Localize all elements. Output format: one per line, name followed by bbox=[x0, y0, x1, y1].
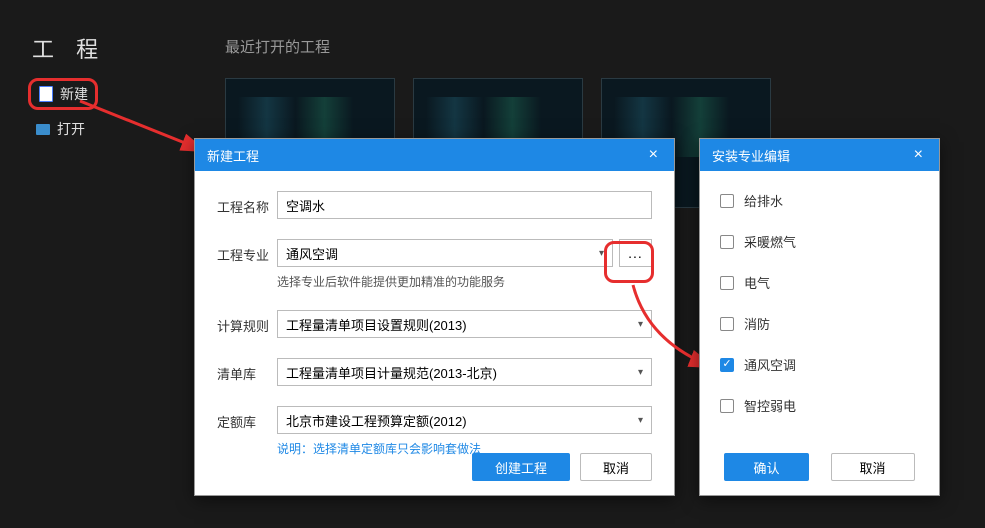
sidebar-new-label: 新建 bbox=[60, 84, 88, 104]
close-icon[interactable]: × bbox=[645, 146, 662, 164]
sidebar-item-new[interactable]: 新建 bbox=[28, 78, 98, 110]
prof-option[interactable]: 给排水 bbox=[720, 191, 919, 210]
prof-option-label: 智控弱电 bbox=[744, 396, 796, 415]
recent-projects-label: 最近打开的工程 bbox=[225, 36, 330, 57]
dialog-title: 新建工程 bbox=[207, 146, 259, 165]
list-lib-label: 清单库 bbox=[217, 358, 277, 383]
prof-more-button[interactable]: ... bbox=[619, 239, 652, 267]
page-title: 工 程 bbox=[32, 32, 106, 64]
calc-rule-combo[interactable]: 工程量清单项目设置规则(2013) bbox=[277, 310, 652, 338]
cancel-button[interactable]: 取消 bbox=[831, 453, 915, 481]
new-project-dialog: 新建工程 × 工程名称 工程专业 通风空调 ... 选择专业后软件能提供更加精准… bbox=[194, 138, 675, 496]
prof-hint: 选择专业后软件能提供更加精准的功能服务 bbox=[277, 273, 652, 290]
document-icon bbox=[38, 86, 54, 102]
prof-option-label: 通风空调 bbox=[744, 355, 796, 374]
close-icon[interactable]: × bbox=[910, 146, 927, 164]
prof-option-label: 给排水 bbox=[744, 191, 783, 210]
prof-option[interactable]: 采暖燃气 bbox=[720, 232, 919, 251]
dialog-title: 安装专业编辑 bbox=[712, 146, 790, 165]
project-prof-combo[interactable]: 通风空调 bbox=[277, 239, 613, 267]
prof-option[interactable]: 智控弱电 bbox=[720, 396, 919, 415]
dialog-titlebar: 安装专业编辑 × bbox=[700, 139, 939, 171]
project-name-input[interactable] bbox=[277, 191, 652, 219]
sidebar: 新建 打开 bbox=[28, 78, 98, 148]
checkbox-icon bbox=[720, 317, 734, 331]
prof-option-label: 电气 bbox=[744, 273, 770, 292]
checkbox-icon bbox=[720, 399, 734, 413]
prof-edit-dialog: 安装专业编辑 × 给排水采暖燃气电气消防通风空调智控弱电 确认 取消 bbox=[699, 138, 940, 496]
folder-icon bbox=[35, 121, 51, 137]
prof-option[interactable]: 通风空调 bbox=[720, 355, 919, 374]
list-lib-combo[interactable]: 工程量清单项目计量规范(2013-北京) bbox=[277, 358, 652, 386]
ok-button[interactable]: 确认 bbox=[724, 453, 808, 481]
checkbox-icon bbox=[720, 235, 734, 249]
quota-lib-label: 定额库 bbox=[217, 406, 277, 431]
prof-option[interactable]: 消防 bbox=[720, 314, 919, 333]
prof-option-label: 采暖燃气 bbox=[744, 232, 796, 251]
checkbox-icon bbox=[720, 194, 734, 208]
cancel-button[interactable]: 取消 bbox=[580, 453, 652, 481]
prof-option-label: 消防 bbox=[744, 314, 770, 333]
project-name-label: 工程名称 bbox=[217, 191, 277, 216]
checkbox-icon bbox=[720, 358, 734, 372]
calc-rule-label: 计算规则 bbox=[217, 310, 277, 335]
project-prof-label: 工程专业 bbox=[217, 239, 277, 264]
dialog-titlebar: 新建工程 × bbox=[195, 139, 674, 171]
sidebar-item-open[interactable]: 打开 bbox=[28, 116, 98, 142]
quota-lib-combo[interactable]: 北京市建设工程预算定额(2012) bbox=[277, 406, 652, 434]
prof-checkbox-list: 给排水采暖燃气电气消防通风空调智控弱电 bbox=[700, 171, 939, 415]
sidebar-open-label: 打开 bbox=[57, 119, 85, 139]
create-project-button[interactable]: 创建工程 bbox=[472, 453, 570, 481]
prof-option[interactable]: 电气 bbox=[720, 273, 919, 292]
checkbox-icon bbox=[720, 276, 734, 290]
